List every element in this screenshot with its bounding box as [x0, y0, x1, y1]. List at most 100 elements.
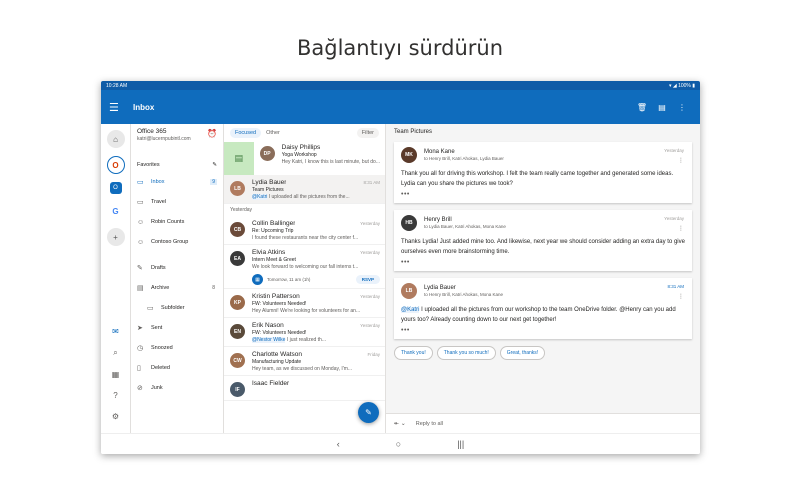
list-item[interactable]: CW Charlotte Watson Friday Manufacturing Up… — [224, 347, 385, 376]
list-item[interactable]: IF Isaac Fielder — [224, 376, 385, 401]
conversation-subject: Team Pictures — [394, 129, 433, 135]
folder-label: Drafts — [151, 265, 166, 271]
folder-item[interactable]: ▭ Inbox 9 — [131, 172, 223, 192]
message-time: Yesterday — [664, 216, 684, 221]
more-options-icon[interactable]: ⋮ — [672, 103, 692, 112]
date-group-header: Yesterday — [230, 207, 253, 213]
google-account-icon[interactable]: G — [106, 202, 125, 220]
help-icon[interactable]: ? — [113, 391, 117, 400]
folder-label: Contoso Group — [151, 239, 189, 245]
message-preview: Hey team, as we discussed on Monday, I'm… — [252, 366, 380, 372]
message-preview: I found these restaurants near the city … — [252, 235, 380, 241]
folder-item[interactable]: ◷ Snoozed — [131, 338, 223, 358]
folder-item[interactable]: ✎ Drafts — [131, 258, 223, 278]
message-subject: Yoga Workshop — [281, 152, 317, 158]
filter-button[interactable]: Filter — [356, 128, 379, 138]
app-bar: ☰ Inbox 🗑 ▤ ⋮ — [101, 90, 700, 124]
status-bar: 10:28 AM ▾ ◢ 100% ▮ — [101, 81, 700, 90]
clock-icon: ◷ — [137, 345, 144, 352]
home-button-icon[interactable]: ○ — [396, 439, 401, 449]
message-subject: Team Pictures — [252, 187, 284, 193]
folder-label: Robin Counts — [151, 219, 185, 225]
preview-text: Hey team, as we discussed on Monday, I'm… — [252, 366, 353, 372]
sender-name: Elvia Atkins — [252, 249, 286, 256]
message-preview: Hey Katri, I know this is last minute, b… — [281, 159, 380, 165]
quick-reply-chip[interactable]: Thank you so much! — [436, 346, 496, 360]
favorites-label: Favorites — [137, 162, 160, 168]
expand-quoted-icon[interactable]: ••• — [401, 259, 685, 266]
account-rail: ⌂ O O G + ✉ ⌕ ▦ ? ⚙ — [101, 124, 131, 433]
list-item[interactable]: EN Erik Nason Yesterday FW: Volunteers Need… — [224, 318, 385, 347]
quick-reply-chip[interactable]: Great, thanks! — [499, 346, 546, 360]
sender-name: Lydia Bauer — [424, 285, 456, 291]
event-time: Tomorrow, 11 am (1h) — [267, 277, 311, 282]
swipe-archive-icon[interactable]: ▤ — [224, 142, 254, 175]
folder-label: Archive — [151, 285, 170, 291]
preview-text: Hey Alumni! We're looking for volunteers… — [252, 308, 361, 314]
quick-reply-chip[interactable]: Thank you! — [394, 346, 433, 360]
more-options-icon[interactable]: ⋮ — [678, 225, 684, 232]
reply-all-label[interactable]: Reply to all — [416, 421, 443, 427]
sender-name: Isaac Fielder — [252, 380, 290, 387]
status-time: 10:28 AM — [106, 82, 128, 89]
list-item[interactable]: CB Collin Ballinger Yesterday Re: Upcoming … — [224, 216, 385, 245]
folder-item[interactable]: ▭ Travel — [131, 192, 223, 212]
more-options-icon[interactable]: ⋮ — [678, 293, 684, 300]
body-text: I uploaded all the pictures from our wor… — [401, 307, 676, 323]
folder-item[interactable]: ⊘ Junk — [131, 378, 223, 398]
message-time: 8:31 AM — [363, 180, 380, 185]
list-item[interactable]: KP Kristin Patterson Yesterday FW: Voluntee… — [224, 289, 385, 318]
tab-focused[interactable]: Focused — [230, 128, 262, 138]
back-icon[interactable]: ‹ — [337, 439, 340, 449]
rsvp-button[interactable]: RSVP — [355, 275, 380, 284]
list-item-selected[interactable]: LB Lydia Bauer 8:31 AM Team Pictures @Ka… — [224, 175, 385, 204]
home-icon[interactable]: ⌂ — [106, 130, 125, 148]
calendar-icon[interactable]: ▦ — [112, 370, 120, 379]
preview-text: I just realized th... — [285, 337, 326, 343]
expand-quoted-icon[interactable]: ••• — [401, 327, 685, 334]
message-time: Yesterday — [360, 221, 380, 226]
folder-item[interactable]: ▯ Deleted — [131, 358, 223, 378]
office365-account-icon[interactable]: O — [106, 156, 125, 174]
folder-item[interactable]: ▤ Archive 8 — [131, 278, 223, 298]
delete-icon[interactable]: 🗑 — [632, 103, 652, 112]
mail-icon[interactable]: ✉ — [112, 327, 119, 336]
message-subject: FW: Volunteers Needed! — [252, 330, 307, 336]
avatar: KP — [230, 295, 245, 310]
alarm-clock-icon[interactable]: ⏰ — [207, 129, 217, 138]
avatar: HB — [401, 215, 417, 231]
message-subject: Intern Meet & Greet — [252, 257, 296, 263]
hamburger-menu-icon[interactable]: ☰ — [109, 101, 127, 114]
avatar: LB — [230, 181, 245, 196]
avatar: LB — [401, 283, 417, 299]
edit-favorites-icon[interactable]: ✎ — [212, 162, 217, 168]
unread-count: 9 — [210, 179, 217, 185]
expand-quoted-icon[interactable]: ••• — [401, 191, 685, 198]
list-item[interactable]: EA Elvia Atkins Yesterday Intern Meet & Gre… — [224, 245, 385, 289]
reading-pane: Team Pictures MK Mona Kane to Henry Brill,… — [386, 124, 700, 433]
folder-item[interactable]: ☺ Contoso Group — [131, 232, 223, 252]
tab-other[interactable]: Other — [261, 128, 285, 138]
recent-apps-icon[interactable]: ||| — [457, 439, 464, 449]
mention: @Nestor Wilke — [252, 337, 286, 343]
more-options-icon[interactable]: ⋮ — [678, 157, 684, 164]
swiped-message[interactable]: ▤ DP Daisy Phillips Yoga Workshop Hey Ka… — [224, 142, 385, 175]
reply-bar[interactable]: ↞ ⌄ Reply to all — [386, 413, 700, 433]
compose-new-mail-button[interactable]: ✎ — [358, 402, 379, 423]
folder-item[interactable]: ➤ Sent — [131, 318, 223, 338]
message-preview: We look forward to welcoming our fall in… — [252, 264, 380, 270]
avatar: CW — [230, 353, 245, 368]
folder-item[interactable]: ☺ Robin Counts — [131, 212, 223, 232]
folder-label: Junk — [151, 385, 163, 391]
search-icon[interactable]: ⌕ — [113, 348, 117, 358]
list-header: Focused Other Filter — [224, 124, 385, 142]
mention: @Katri — [401, 307, 420, 313]
quick-replies: Thank you! Thank you so much! Great, thank… — [386, 346, 700, 360]
settings-gear-icon[interactable]: ⚙ — [112, 412, 119, 421]
outlook-account-icon[interactable]: O — [109, 182, 122, 194]
reply-all-icon[interactable]: ↞ ⌄ — [394, 420, 406, 427]
group-icon: ☺ — [137, 238, 145, 246]
archive-icon[interactable]: ▤ — [652, 103, 672, 112]
add-account-icon[interactable]: + — [106, 228, 125, 246]
folder-item[interactable]: ▭ Subfolder — [131, 298, 223, 318]
